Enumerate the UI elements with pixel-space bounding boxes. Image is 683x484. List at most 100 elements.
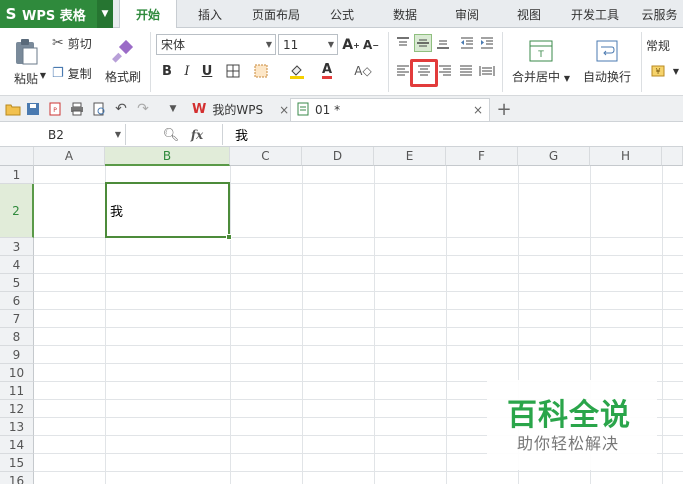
align-right-icon[interactable] bbox=[436, 62, 454, 80]
align-middle-icon[interactable] bbox=[414, 34, 432, 52]
search-icon[interactable]: 🔍︎ bbox=[162, 126, 180, 144]
align-bottom-icon[interactable] bbox=[434, 34, 452, 52]
row-header-16[interactable]: 16 bbox=[0, 472, 34, 484]
tab-home[interactable]: 开始 bbox=[119, 0, 177, 29]
align-top-icon[interactable] bbox=[394, 34, 412, 52]
column-header-c[interactable]: C bbox=[230, 147, 302, 166]
row-header-10[interactable]: 10 bbox=[0, 364, 34, 382]
name-box[interactable]: B2 ▼ bbox=[0, 124, 126, 145]
row-header-14[interactable]: 14 bbox=[0, 436, 34, 454]
tab-developer[interactable]: 开发工具 bbox=[564, 0, 626, 28]
tab-page-layout[interactable]: 页面布局 bbox=[244, 0, 308, 28]
grid-line bbox=[374, 166, 375, 484]
row-header-6[interactable]: 6 bbox=[0, 292, 34, 310]
redo-icon[interactable]: ↷ bbox=[134, 100, 152, 118]
number-format-select[interactable]: 常规 bbox=[646, 36, 670, 54]
row-header-1[interactable]: 1 bbox=[0, 166, 34, 184]
row-header-9[interactable]: 9 bbox=[0, 346, 34, 364]
select-all-corner[interactable] bbox=[0, 147, 34, 166]
chevron-down-icon: ▼ bbox=[327, 40, 334, 49]
tab-data[interactable]: 数据 bbox=[381, 0, 429, 28]
column-header-f[interactable]: F bbox=[446, 147, 518, 166]
svg-text:¥: ¥ bbox=[655, 67, 660, 76]
function-icon[interactable]: fx bbox=[186, 126, 208, 144]
save-icon[interactable] bbox=[24, 100, 42, 118]
increase-font-icon[interactable]: A + bbox=[342, 36, 360, 54]
format-painter-button[interactable]: 格式刷 bbox=[103, 34, 143, 90]
doc-tab-my-wps[interactable]: W 我的WPS × bbox=[186, 98, 290, 121]
merge-center-button[interactable]: T 合并居中 ▼ bbox=[508, 34, 574, 90]
undo-icon[interactable]: ↶ bbox=[112, 100, 130, 118]
cut-button[interactable]: ✂ 剪切 bbox=[52, 34, 92, 52]
copy-label: 复制 bbox=[67, 66, 92, 81]
wrap-text-button[interactable]: 自动换行 bbox=[578, 34, 636, 90]
row-header-12[interactable]: 12 bbox=[0, 400, 34, 418]
border-icon[interactable] bbox=[224, 62, 242, 80]
row-header-13[interactable]: 13 bbox=[0, 418, 34, 436]
bold-button[interactable]: B bbox=[158, 62, 176, 80]
decrease-indent-icon[interactable] bbox=[458, 34, 476, 52]
print-icon[interactable] bbox=[68, 100, 86, 118]
column-header-d[interactable]: D bbox=[302, 147, 374, 166]
print-preview-icon[interactable] bbox=[90, 100, 108, 118]
row-header-3[interactable]: 3 bbox=[0, 238, 34, 256]
font-color-icon[interactable]: A bbox=[318, 62, 336, 80]
row-header-5[interactable]: 5 bbox=[0, 274, 34, 292]
app-title: WPS 表格 bbox=[22, 8, 86, 24]
column-header-e[interactable]: E bbox=[374, 147, 446, 166]
decrease-font-icon[interactable]: A − bbox=[362, 36, 380, 54]
row-header-2[interactable]: 2 bbox=[0, 184, 34, 238]
clear-format-icon[interactable]: A◇ bbox=[354, 62, 372, 80]
increase-indent-icon[interactable] bbox=[478, 34, 496, 52]
grid-line bbox=[302, 166, 303, 484]
formula-bar: B2 ▼ 🔍︎ fx 我 bbox=[0, 122, 683, 147]
tab-insert[interactable]: 插入 bbox=[186, 0, 234, 28]
watermark-subtitle: 助你轻松解决 bbox=[517, 434, 620, 453]
font-name-select[interactable]: 宋体 ▼ bbox=[156, 34, 276, 55]
close-icon[interactable]: × bbox=[279, 103, 289, 117]
cell-style-icon[interactable] bbox=[252, 62, 270, 80]
tab-review[interactable]: 审阅 bbox=[443, 0, 491, 28]
grid-line bbox=[34, 273, 683, 274]
chevron-down-icon[interactable]: ▼ bbox=[164, 100, 182, 118]
underline-button[interactable]: U bbox=[198, 62, 216, 80]
tab-view[interactable]: 视图 bbox=[505, 0, 553, 28]
new-tab-icon[interactable]: + bbox=[495, 99, 513, 120]
fill-handle[interactable] bbox=[226, 234, 232, 240]
chevron-down-icon[interactable]: ▼ bbox=[667, 62, 683, 80]
formula-input[interactable]: 我 bbox=[222, 124, 682, 145]
row-header-7[interactable]: 7 bbox=[0, 310, 34, 328]
justify-icon[interactable] bbox=[457, 62, 475, 80]
divider bbox=[388, 32, 389, 92]
font-size-select[interactable]: 11 ▼ bbox=[278, 34, 338, 55]
open-folder-icon[interactable] bbox=[4, 100, 22, 118]
column-header-b[interactable]: B bbox=[105, 147, 230, 166]
close-icon[interactable]: × bbox=[473, 103, 483, 117]
chevron-down-icon[interactable]: ▼ bbox=[97, 0, 113, 28]
active-cell-b2[interactable]: 我 bbox=[105, 182, 232, 240]
scissors-icon: ✂ bbox=[52, 35, 64, 51]
grid-line bbox=[34, 255, 683, 256]
distributed-align-icon[interactable] bbox=[478, 62, 496, 80]
tab-cloud-service[interactable]: 云服务 bbox=[636, 0, 683, 28]
italic-button[interactable]: I bbox=[178, 62, 196, 80]
column-header-partial[interactable] bbox=[662, 147, 683, 166]
app-menu-button[interactable]: S WPS 表格 ▼ bbox=[0, 0, 113, 28]
chevron-down-icon[interactable]: ▼ bbox=[34, 66, 52, 84]
copy-button[interactable]: ❐ 复制 bbox=[52, 64, 92, 82]
row-header-8[interactable]: 8 bbox=[0, 328, 34, 346]
grid-line bbox=[34, 291, 683, 292]
highlight-box bbox=[410, 59, 438, 87]
row-header-11[interactable]: 11 bbox=[0, 382, 34, 400]
row-header-4[interactable]: 4 bbox=[0, 256, 34, 274]
doc-tab-01[interactable]: 01 * × bbox=[290, 98, 490, 121]
tab-formula[interactable]: 公式 bbox=[318, 0, 366, 28]
column-header-h[interactable]: H bbox=[590, 147, 662, 166]
fill-color-icon[interactable] bbox=[288, 62, 306, 80]
row-header-15[interactable]: 15 bbox=[0, 454, 34, 472]
column-header-g[interactable]: G bbox=[518, 147, 590, 166]
menu-bar: S WPS 表格 ▼ 开始 插入 页面布局 公式 数据 审阅 视图 开发工具 云… bbox=[0, 0, 683, 29]
column-header-a[interactable]: A bbox=[34, 147, 105, 166]
export-pdf-icon[interactable]: P bbox=[46, 100, 64, 118]
currency-format-icon[interactable]: ¥ bbox=[650, 62, 668, 80]
